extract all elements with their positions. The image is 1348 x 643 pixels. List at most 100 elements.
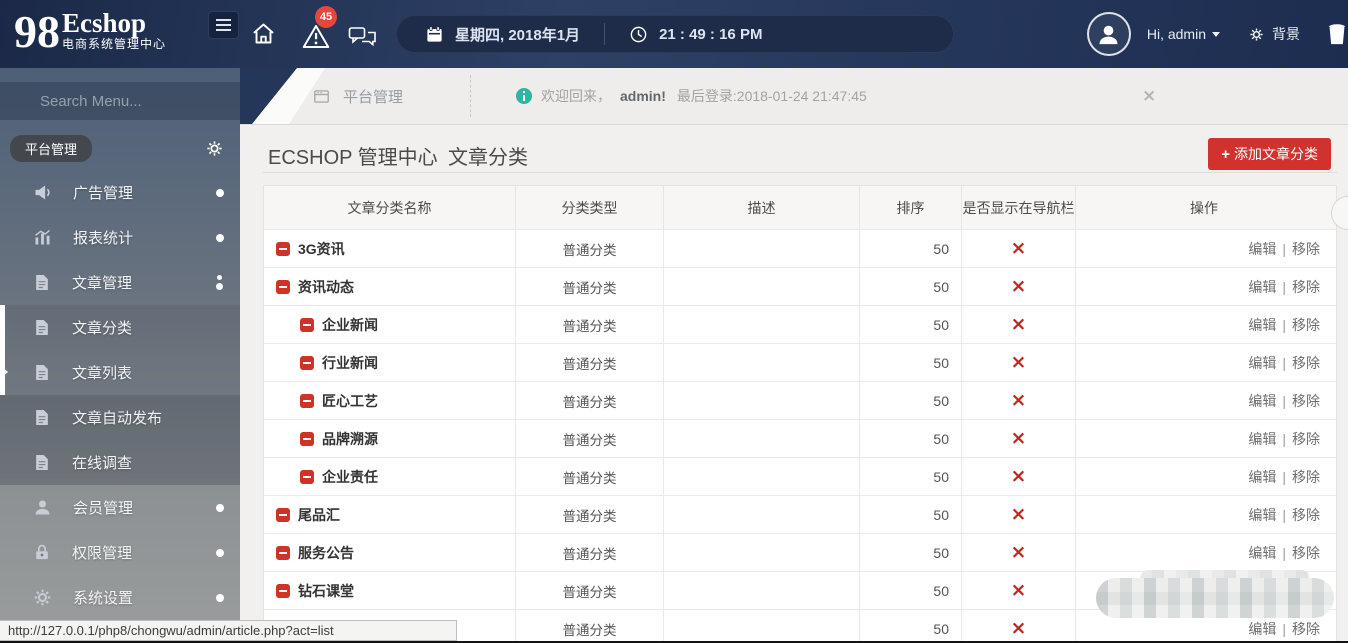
collapse-icon[interactable] <box>300 469 314 484</box>
collapse-icon[interactable] <box>276 545 290 560</box>
collapse-icon[interactable] <box>300 393 314 408</box>
sort-value: 50 <box>860 496 962 533</box>
collapse-icon[interactable] <box>300 317 314 332</box>
collapse-icon[interactable] <box>300 355 314 370</box>
category-description <box>664 458 860 495</box>
background-settings-button[interactable]: 背景 <box>1248 24 1300 44</box>
page-title: ECSHOP 管理中心 <box>268 147 438 169</box>
category-type: 普通分类 <box>516 230 664 267</box>
remove-link[interactable]: 移除 <box>1292 391 1320 411</box>
x-mark-icon[interactable]: × <box>1011 581 1027 600</box>
x-mark-icon[interactable]: × <box>1011 391 1027 410</box>
edit-link[interactable]: 编辑 <box>1248 543 1276 563</box>
edit-link[interactable]: 编辑 <box>1248 619 1276 639</box>
category-name[interactable]: 企业责任 <box>322 467 378 487</box>
category-name[interactable]: 服务公告 <box>298 543 354 563</box>
x-mark-icon[interactable]: × <box>1011 239 1027 258</box>
collapse-icon[interactable] <box>276 241 290 256</box>
sidebar-item-article-management[interactable]: 文章管理 <box>0 260 240 305</box>
remove-link[interactable]: 移除 <box>1292 429 1320 449</box>
category-name[interactable]: 行业新闻 <box>322 353 378 373</box>
sidebar-item-system-settings[interactable]: 系统设置 <box>0 575 240 620</box>
sidebar-section-header: 平台管理 <box>0 126 240 170</box>
remove-link[interactable]: 移除 <box>1292 315 1320 335</box>
table-row: 企业责任 普通分类 50 × 编辑 | 移除 <box>264 457 1336 495</box>
edit-link[interactable]: 编辑 <box>1248 277 1276 297</box>
collapse-icon[interactable] <box>276 279 290 294</box>
close-icon[interactable]: × <box>1142 86 1156 106</box>
edit-link[interactable]: 编辑 <box>1248 429 1276 449</box>
sidebar-item-article-list[interactable]: 文章列表 <box>0 350 240 395</box>
bullet-icon <box>216 233 224 242</box>
category-description <box>664 268 860 305</box>
collapse-icon[interactable] <box>276 583 290 598</box>
remove-link[interactable]: 移除 <box>1292 277 1320 297</box>
sidebar-item-permission-management[interactable]: 权限管理 <box>0 530 240 575</box>
pixelated-watermark <box>1096 578 1334 618</box>
x-mark-icon[interactable]: × <box>1011 315 1027 334</box>
edit-link[interactable]: 编辑 <box>1248 391 1276 411</box>
remove-link[interactable]: 移除 <box>1292 353 1320 373</box>
x-mark-icon[interactable]: × <box>1011 277 1027 296</box>
sidebar-item-member-management[interactable]: 会员管理 <box>0 485 240 530</box>
x-mark-icon[interactable]: × <box>1011 543 1027 562</box>
x-mark-icon[interactable]: × <box>1011 505 1027 524</box>
edit-link[interactable]: 编辑 <box>1248 315 1276 335</box>
x-mark-icon[interactable]: × <box>1011 353 1027 372</box>
category-name[interactable]: 3G资讯 <box>298 239 345 259</box>
x-mark-icon[interactable]: × <box>1011 429 1027 448</box>
home-button[interactable] <box>250 20 277 47</box>
category-name[interactable]: 资讯动态 <box>298 277 354 297</box>
sidebar-item-report-stats[interactable]: 报表统计 <box>0 215 240 260</box>
user-menu[interactable]: Hi, admin <box>1147 26 1220 42</box>
tab-platform-management[interactable]: 平台管理 <box>312 68 403 124</box>
remove-link[interactable]: 移除 <box>1292 467 1320 487</box>
messages-button[interactable] <box>348 26 377 50</box>
sidebar-item-article-category[interactable]: 文章分类 <box>0 305 240 350</box>
alerts-button[interactable]: 45 <box>302 6 337 49</box>
x-mark-icon[interactable]: × <box>1011 619 1027 638</box>
category-type: 普通分类 <box>516 382 664 419</box>
clear-cache-button[interactable] <box>1326 22 1348 46</box>
search-input[interactable] <box>40 92 239 110</box>
app-logo[interactable]: 98 Ecshop 电商系统管理中心 <box>14 2 166 62</box>
category-type: 普通分类 <box>516 268 664 305</box>
x-mark-icon[interactable]: × <box>1011 467 1027 486</box>
category-name[interactable]: 企业新闻 <box>322 315 378 335</box>
category-name[interactable]: 匠心工艺 <box>322 391 378 411</box>
menu-search[interactable] <box>0 82 240 120</box>
sidebar-item-ad-management[interactable]: 广告管理 <box>0 170 240 215</box>
category-type: 普通分类 <box>516 420 664 457</box>
remove-link[interactable]: 移除 <box>1292 543 1320 563</box>
table-row: 服务公告 普通分类 50 × 编辑 | 移除 <box>264 533 1336 571</box>
alert-count-badge: 45 <box>315 6 337 28</box>
edit-link[interactable]: 编辑 <box>1248 505 1276 525</box>
expanded-indicator-icon <box>216 275 223 290</box>
category-type: 普通分类 <box>516 306 664 343</box>
category-name[interactable]: 钻石课堂 <box>298 581 354 601</box>
collapse-icon[interactable] <box>300 431 314 446</box>
collapse-icon[interactable] <box>276 507 290 522</box>
avatar[interactable] <box>1086 12 1131 56</box>
edit-link[interactable]: 编辑 <box>1248 353 1276 373</box>
section-gear-button[interactable] <box>205 139 224 158</box>
active-indicator-arrow <box>0 365 8 379</box>
category-description <box>664 610 860 643</box>
category-type: 普通分类 <box>516 344 664 381</box>
bullet-icon <box>216 548 224 557</box>
add-category-button[interactable]: + 添加文章分类 <box>1208 138 1331 170</box>
category-name[interactable]: 品牌溯源 <box>322 429 378 449</box>
category-name[interactable]: 尾品汇 <box>298 505 340 525</box>
remove-link[interactable]: 移除 <box>1292 619 1320 639</box>
table-row: 3G资讯 普通分类 50 × 编辑 | 移除 <box>264 229 1336 267</box>
sidebar-item-article-auto-publish[interactable]: 文章自动发布 <box>0 395 240 440</box>
edit-link[interactable]: 编辑 <box>1248 239 1276 259</box>
ecshop-admin-window: { "topbar": { "logo_number": "98", "logo… <box>0 0 1348 643</box>
plus-icon: + <box>1221 145 1230 163</box>
edit-link[interactable]: 编辑 <box>1248 467 1276 487</box>
remove-link[interactable]: 移除 <box>1292 239 1320 259</box>
sidebar-toggle-button[interactable] <box>208 11 239 39</box>
remove-link[interactable]: 移除 <box>1292 505 1320 525</box>
sidebar-item-online-survey[interactable]: 在线调查 <box>0 440 240 485</box>
sort-value: 50 <box>860 230 962 267</box>
